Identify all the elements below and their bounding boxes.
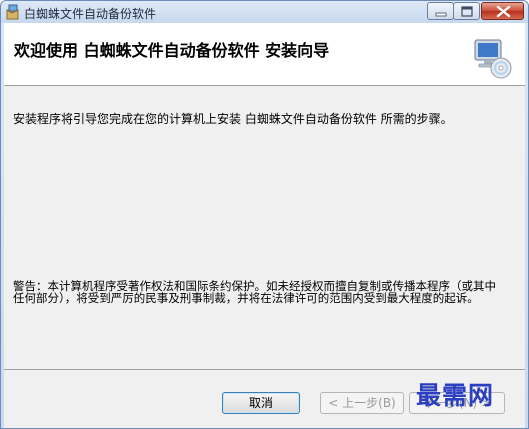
computer-cd-icon (469, 36, 513, 80)
close-icon (496, 5, 511, 18)
installer-app-icon (5, 4, 21, 20)
maximize-button[interactable] (453, 2, 480, 20)
maximize-icon (461, 6, 473, 17)
installer-window: 白蜘蛛文件自动备份软件 欢迎使用 白蜘蛛文件自动备份软件 安装向导 安装程序将引… (0, 0, 529, 429)
minimize-button[interactable] (427, 2, 454, 20)
wizard-header: 欢迎使用 白蜘蛛文件自动备份软件 安装向导 (4, 23, 525, 86)
back-button[interactable]: < 上一步(B) (320, 392, 404, 414)
window-title: 白蜘蛛文件自动备份软件 (24, 7, 157, 21)
cancel-button[interactable]: 取消 (222, 392, 300, 414)
minimize-icon (435, 12, 447, 17)
copyright-warning: 警告：本计算机程序受著作权法和国际条约保护。如未经授权而擅自复制或传播本程序（或… (13, 279, 496, 305)
close-button[interactable] (481, 2, 524, 20)
intro-text: 安装程序将引导您完成在您的计算机上安装 白蜘蛛文件自动备份软件 所需的步骤。 (13, 112, 453, 126)
wizard-body: 安装程序将引导您完成在您的计算机上安装 白蜘蛛文件自动备份软件 所需的步骤。 警… (4, 86, 525, 369)
site-watermark: 最需网 (416, 381, 495, 410)
wizard-title: 欢迎使用 白蜘蛛文件自动备份软件 安装向导 (14, 41, 330, 60)
title-bar[interactable]: 白蜘蛛文件自动备份软件 (1, 1, 528, 23)
